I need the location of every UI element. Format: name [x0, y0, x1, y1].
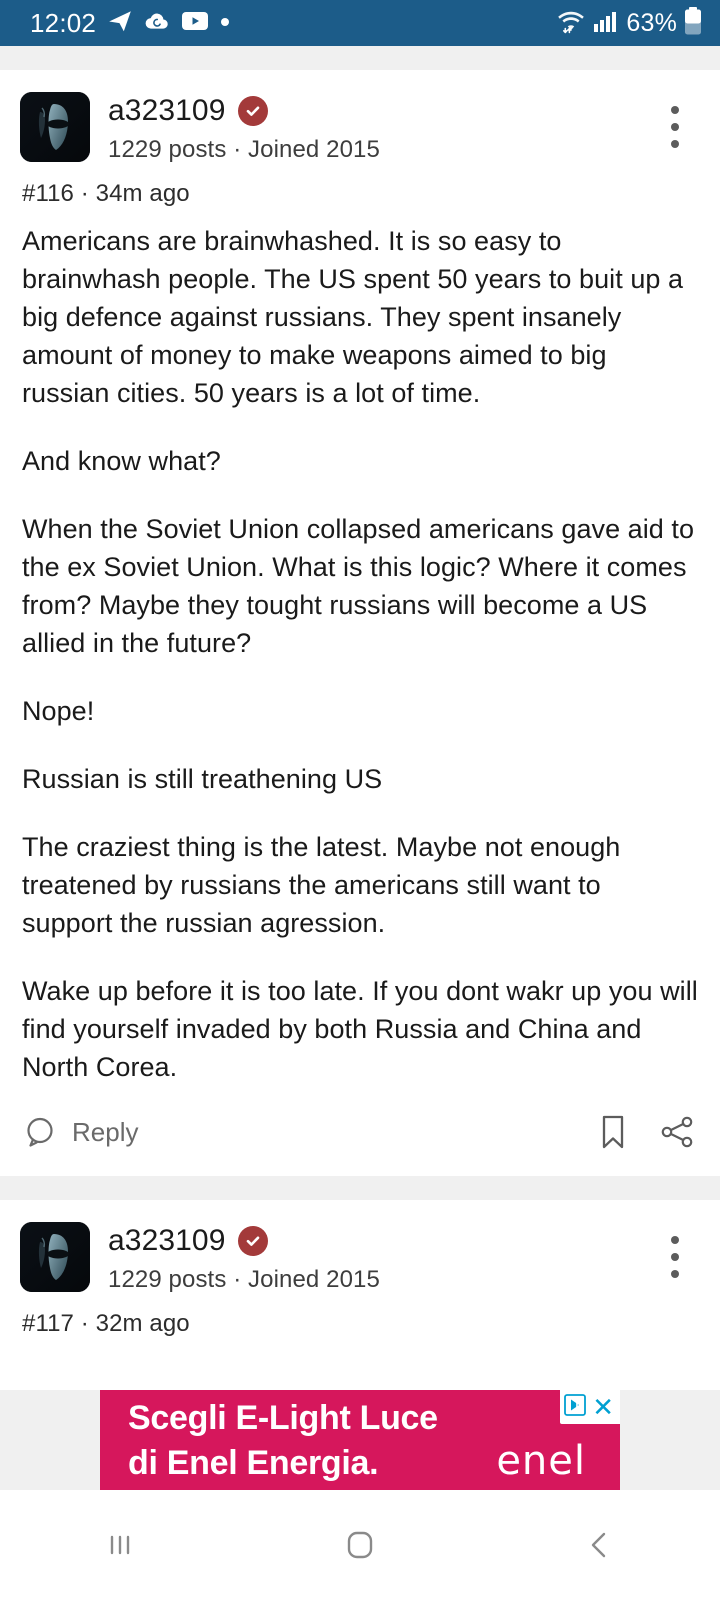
post-actions: Reply	[0, 1086, 720, 1176]
status-bar-clock: 12:02	[30, 7, 97, 38]
post-body: Americans are brainwhashed. It is so eas…	[0, 208, 720, 1086]
wifi-icon	[556, 8, 586, 39]
reply-button[interactable]: Reply	[22, 1114, 138, 1150]
post-actions-right	[598, 1114, 696, 1150]
post-paragraph: Russian is still treathening US	[22, 764, 383, 794]
ad-container: Scegli E-Light Luce di Enel Energia. ene…	[0, 1390, 720, 1490]
kebab-menu-icon[interactable]	[658, 1230, 692, 1284]
post-paragraph: Wake up before it is too late. If you do…	[22, 976, 698, 1082]
status-bar: 12:02 63%	[0, 0, 720, 46]
user-meta: 1229 posts · Joined 2015	[108, 1266, 380, 1293]
enel-logo: enel	[496, 1438, 586, 1484]
thread-scroll-area[interactable]: a323109 1229 posts · Joined 2015 #116 · …	[0, 46, 720, 1600]
battery-icon	[684, 6, 702, 40]
post-paragraph: The craziest thing is the latest. Maybe …	[22, 832, 621, 938]
ad-banner[interactable]: Scegli E-Light Luce di Enel Energia. ene…	[100, 1390, 620, 1490]
ad-controls: ✕	[560, 1390, 620, 1424]
close-icon[interactable]: ✕	[592, 1394, 614, 1420]
post-header: a323109 1229 posts · Joined 2015	[0, 1200, 720, 1294]
username[interactable]: a323109	[108, 1224, 226, 1258]
avatar[interactable]	[20, 92, 90, 162]
post-paragraph: And know what?	[22, 446, 221, 476]
top-separator-band	[0, 46, 720, 70]
telegram-icon	[107, 8, 133, 39]
post-117: a323109 1229 posts · Joined 2015 #117 · …	[0, 1200, 720, 1338]
back-icon[interactable]	[540, 1490, 660, 1600]
youtube-icon	[181, 10, 209, 37]
post-paragraph: Nope!	[22, 696, 95, 726]
post-separator-band	[0, 1176, 720, 1200]
ad-headline: Scegli E-Light Luce di Enel Energia.	[128, 1396, 438, 1486]
cloud-sync-icon	[144, 8, 170, 39]
kebab-menu-icon[interactable]	[658, 100, 692, 154]
android-navigation-bar	[0, 1490, 720, 1600]
post-paragraph: Americans are brainwhashed. It is so eas…	[22, 226, 684, 408]
post-paragraph: When the Soviet Union collapsed american…	[22, 514, 695, 658]
post-header-text: a323109 1229 posts · Joined 2015	[108, 1222, 700, 1294]
battery-percent-label: 63%	[626, 8, 677, 37]
username-row: a323109	[108, 1224, 700, 1258]
username-row: a323109	[108, 94, 700, 128]
verified-badge-icon	[237, 96, 268, 126]
avatar[interactable]	[20, 1222, 90, 1292]
signal-bars-icon	[593, 9, 619, 38]
post-number-timestamp: #117 · 32m ago	[22, 1310, 190, 1337]
share-icon[interactable]	[660, 1115, 696, 1149]
post-header-text: a323109 1229 posts · Joined 2015	[108, 92, 700, 164]
post-number-timestamp: #116 · 34m ago	[22, 180, 190, 207]
adchoices-icon[interactable]	[564, 1393, 587, 1421]
username[interactable]: a323109	[108, 94, 226, 128]
bookmark-icon[interactable]	[598, 1114, 628, 1150]
ad-headline-line1: Scegli E-Light Luce	[128, 1399, 438, 1437]
reply-label: Reply	[72, 1116, 139, 1147]
post-header: a323109 1229 posts · Joined 2015	[0, 70, 720, 164]
ad-headline-line2: di Enel Energia.	[128, 1444, 379, 1482]
dot-icon	[220, 14, 230, 32]
recents-icon[interactable]	[60, 1490, 180, 1600]
comment-bubble-icon	[22, 1114, 58, 1150]
status-bar-right: 63%	[556, 6, 702, 40]
verified-badge-icon	[237, 1226, 268, 1256]
post-116: a323109 1229 posts · Joined 2015 #116 · …	[0, 70, 720, 1176]
status-bar-left: 12:02	[30, 8, 230, 39]
user-meta: 1229 posts · Joined 2015	[108, 136, 380, 163]
home-icon[interactable]	[300, 1490, 420, 1600]
